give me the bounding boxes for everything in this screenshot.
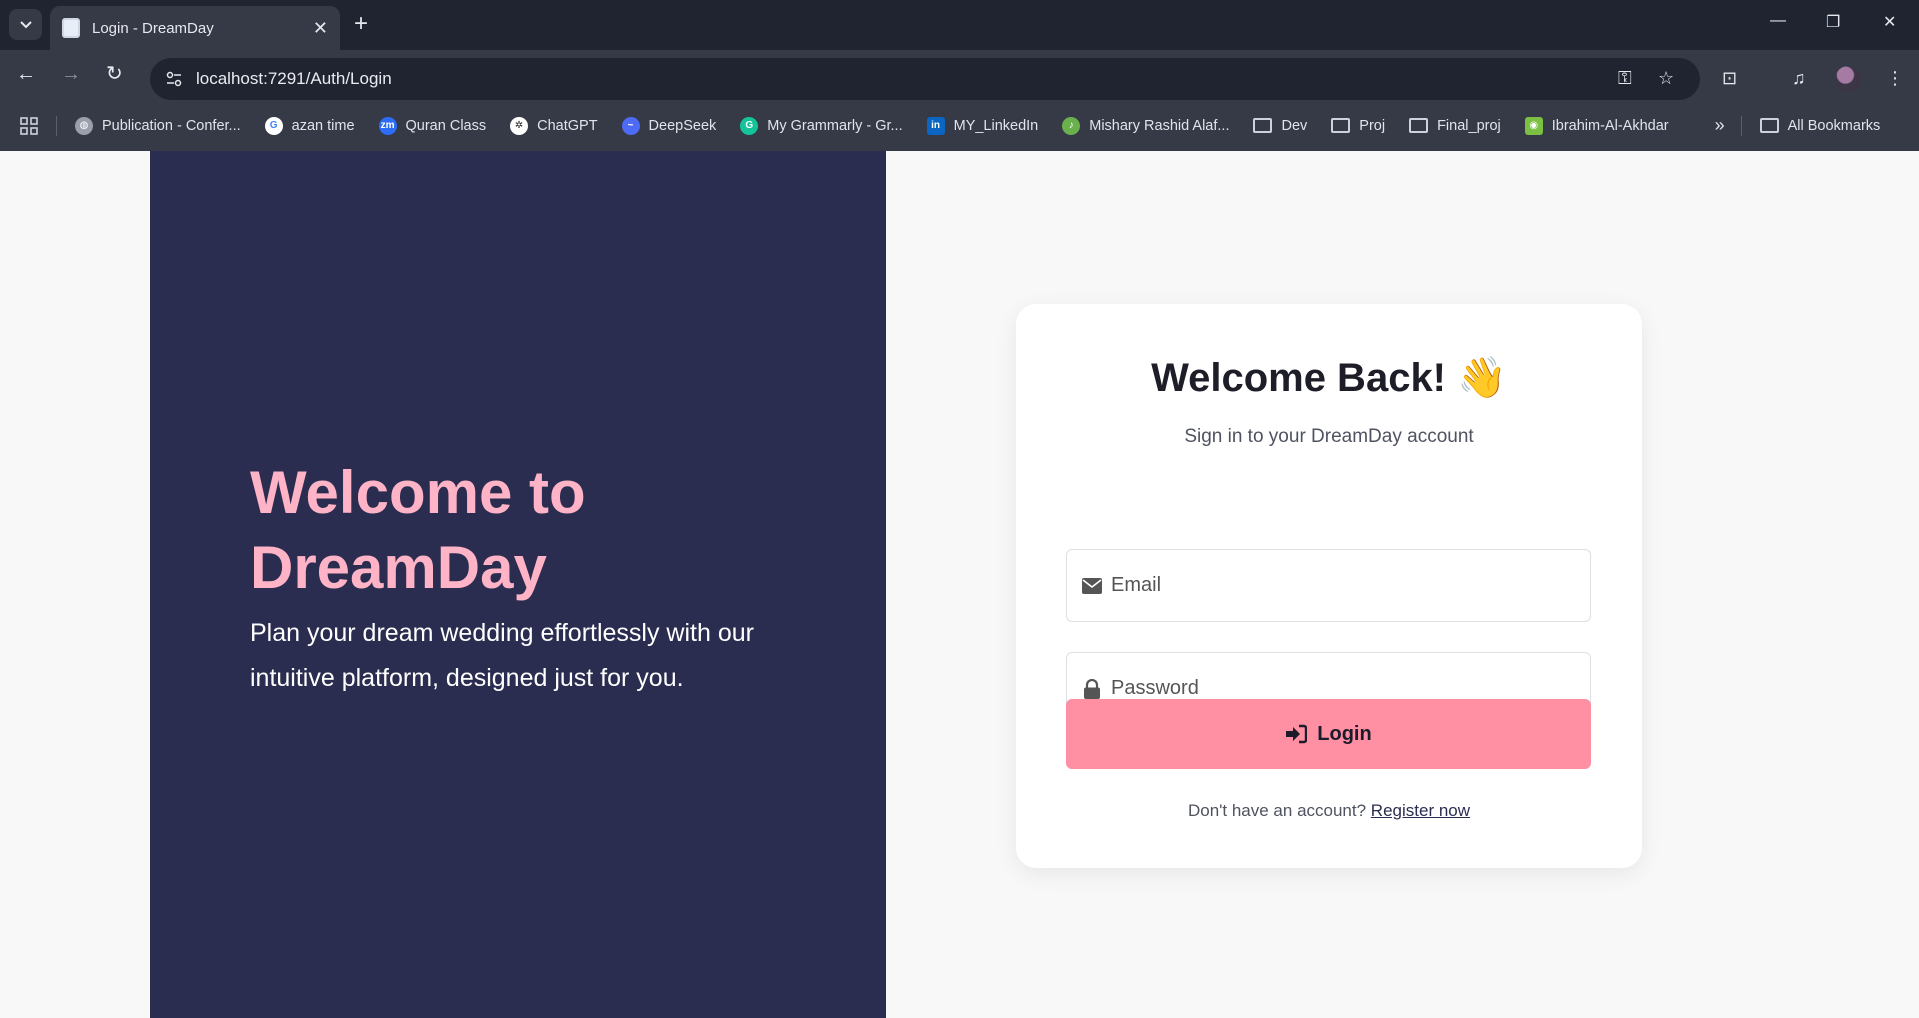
folder-icon bbox=[1759, 118, 1779, 133]
close-window-icon[interactable]: ✕ bbox=[1883, 12, 1896, 32]
bookmark-ibrahim[interactable]: ◉ Ibrahim-Al-Akhdar bbox=[1524, 116, 1669, 135]
forward-icon[interactable]: → bbox=[61, 63, 81, 85]
bookmark-label: My Grammarly - Gr... bbox=[767, 117, 903, 134]
reload-icon[interactable]: ↻ bbox=[106, 63, 123, 85]
new-tab-button[interactable]: + bbox=[354, 10, 368, 38]
password-input[interactable] bbox=[1111, 677, 1581, 700]
menu-dots-icon[interactable]: ⋮ bbox=[1886, 68, 1904, 89]
page-favicon-icon bbox=[62, 18, 80, 38]
login-button[interactable]: Login bbox=[1066, 699, 1591, 769]
bookmark-label: Quran Class bbox=[405, 117, 487, 134]
bookmark-folder-final-proj[interactable]: Final_proj bbox=[1409, 118, 1501, 134]
folder-icon bbox=[1331, 118, 1351, 133]
site-icon: ◉ bbox=[1524, 116, 1543, 135]
browser-tab[interactable]: Login - DreamDay ✕ bbox=[50, 6, 340, 50]
register-prompt: Don't have an account? Register now bbox=[1016, 801, 1642, 821]
email-input[interactable] bbox=[1111, 574, 1581, 597]
restore-icon[interactable]: ❐ bbox=[1826, 12, 1840, 32]
bookmark-label: Mishary Rashid Alaf... bbox=[1089, 117, 1230, 134]
bookmarks-bar: ◍ Publication - Confer... G azan time zm… bbox=[0, 100, 1919, 151]
chatgpt-icon: ✲ bbox=[510, 116, 529, 135]
tab-search-button[interactable] bbox=[9, 9, 42, 40]
browser-tab-strip: Login - DreamDay ✕ + — ❐ ✕ bbox=[0, 0, 1919, 50]
login-card: Welcome Back! 👋 Sign in to your DreamDay… bbox=[1016, 304, 1642, 868]
bookmark-label: All Bookmarks bbox=[1787, 117, 1881, 134]
bookmark-chatgpt[interactable]: ✲ ChatGPT bbox=[510, 116, 598, 135]
bookmark-azan-time[interactable]: G azan time bbox=[264, 116, 355, 135]
hero-description: Plan your dream wedding effortlessly wit… bbox=[250, 619, 754, 692]
linkedin-icon: in bbox=[926, 116, 945, 135]
bookmark-folder-proj[interactable]: Proj bbox=[1331, 118, 1385, 134]
password-key-icon[interactable]: ⚿ bbox=[1618, 68, 1632, 89]
apps-grid-icon[interactable] bbox=[20, 116, 38, 135]
bookmark-label: Ibrahim-Al-Akhdar bbox=[1551, 117, 1669, 134]
bookmark-label: DeepSeek bbox=[648, 117, 717, 134]
globe-icon: ◍ bbox=[75, 116, 93, 135]
bookmark-linkedin[interactable]: in MY_LinkedIn bbox=[926, 116, 1039, 135]
sign-in-icon bbox=[1286, 724, 1308, 744]
media-controls-icon[interactable]: ♫ bbox=[1792, 68, 1806, 89]
deepseek-icon: ~ bbox=[621, 116, 640, 135]
bookmarks-divider bbox=[1740, 115, 1742, 136]
bookmark-deepseek[interactable]: ~ DeepSeek bbox=[621, 116, 717, 135]
hero-title: Welcome to DreamDay bbox=[250, 459, 586, 601]
grammarly-icon: G bbox=[740, 116, 759, 135]
register-prompt-text: Don't have an account? bbox=[1187, 801, 1367, 820]
profile-avatar[interactable] bbox=[1835, 66, 1861, 92]
screenshot-icon[interactable]: ⊡ bbox=[1722, 68, 1737, 89]
url-text: localhost:7291/Auth/Login bbox=[196, 69, 392, 88]
register-link[interactable]: Register now bbox=[1371, 801, 1470, 820]
google-icon: G bbox=[264, 116, 283, 135]
login-title: Welcome Back! 👋 bbox=[1151, 356, 1507, 400]
bookmark-star-icon[interactable]: ☆ bbox=[1658, 68, 1674, 89]
site-icon: ♪ bbox=[1062, 116, 1081, 135]
bookmark-quran-class[interactable]: zm Quran Class bbox=[378, 116, 487, 135]
tab-title: Login - DreamDay bbox=[92, 19, 214, 37]
zoom-icon: zm bbox=[378, 116, 397, 135]
bookmark-grammarly[interactable]: G My Grammarly - Gr... bbox=[740, 116, 903, 135]
back-icon[interactable]: ← bbox=[16, 63, 36, 85]
bookmark-label: MY_LinkedIn bbox=[953, 117, 1039, 134]
login-subtitle: Sign in to your DreamDay account bbox=[1184, 426, 1474, 447]
minimize-icon[interactable]: — bbox=[1770, 12, 1786, 30]
bookmarks-overflow-button[interactable]: » bbox=[1715, 115, 1725, 136]
page-content: Welcome to DreamDay Plan your dream wedd… bbox=[0, 151, 1919, 1018]
bookmark-label: Proj bbox=[1359, 117, 1386, 134]
address-bar[interactable]: localhost:7291/Auth/Login ⚿ ☆ bbox=[150, 58, 1700, 100]
bookmark-label: Dev bbox=[1281, 117, 1308, 134]
login-button-label: Login bbox=[1317, 722, 1372, 745]
bookmark-label: Publication - Confer... bbox=[102, 117, 241, 134]
bookmark-publication[interactable]: ◍ Publication - Confer... bbox=[75, 116, 241, 135]
folder-icon bbox=[1253, 118, 1273, 133]
bookmark-mishary[interactable]: ♪ Mishary Rashid Alaf... bbox=[1062, 116, 1230, 135]
bookmark-label: ChatGPT bbox=[537, 117, 598, 134]
folder-icon bbox=[1409, 118, 1429, 133]
bookmarks-divider bbox=[56, 115, 57, 136]
chevron-down-icon bbox=[19, 20, 32, 28]
bookmark-label: azan time bbox=[291, 117, 355, 134]
email-field[interactable] bbox=[1066, 549, 1591, 622]
site-info-icon[interactable] bbox=[166, 71, 182, 87]
envelope-icon bbox=[1081, 577, 1103, 594]
bookmark-folder-dev[interactable]: Dev bbox=[1253, 118, 1307, 134]
bookmark-label: Final_proj bbox=[1437, 117, 1501, 134]
lock-icon bbox=[1081, 678, 1103, 699]
hero-panel: Welcome to DreamDay Plan your dream wedd… bbox=[150, 151, 886, 1018]
close-tab-icon[interactable]: ✕ bbox=[313, 18, 328, 39]
all-bookmarks-button[interactable]: All Bookmarks bbox=[1759, 117, 1881, 134]
